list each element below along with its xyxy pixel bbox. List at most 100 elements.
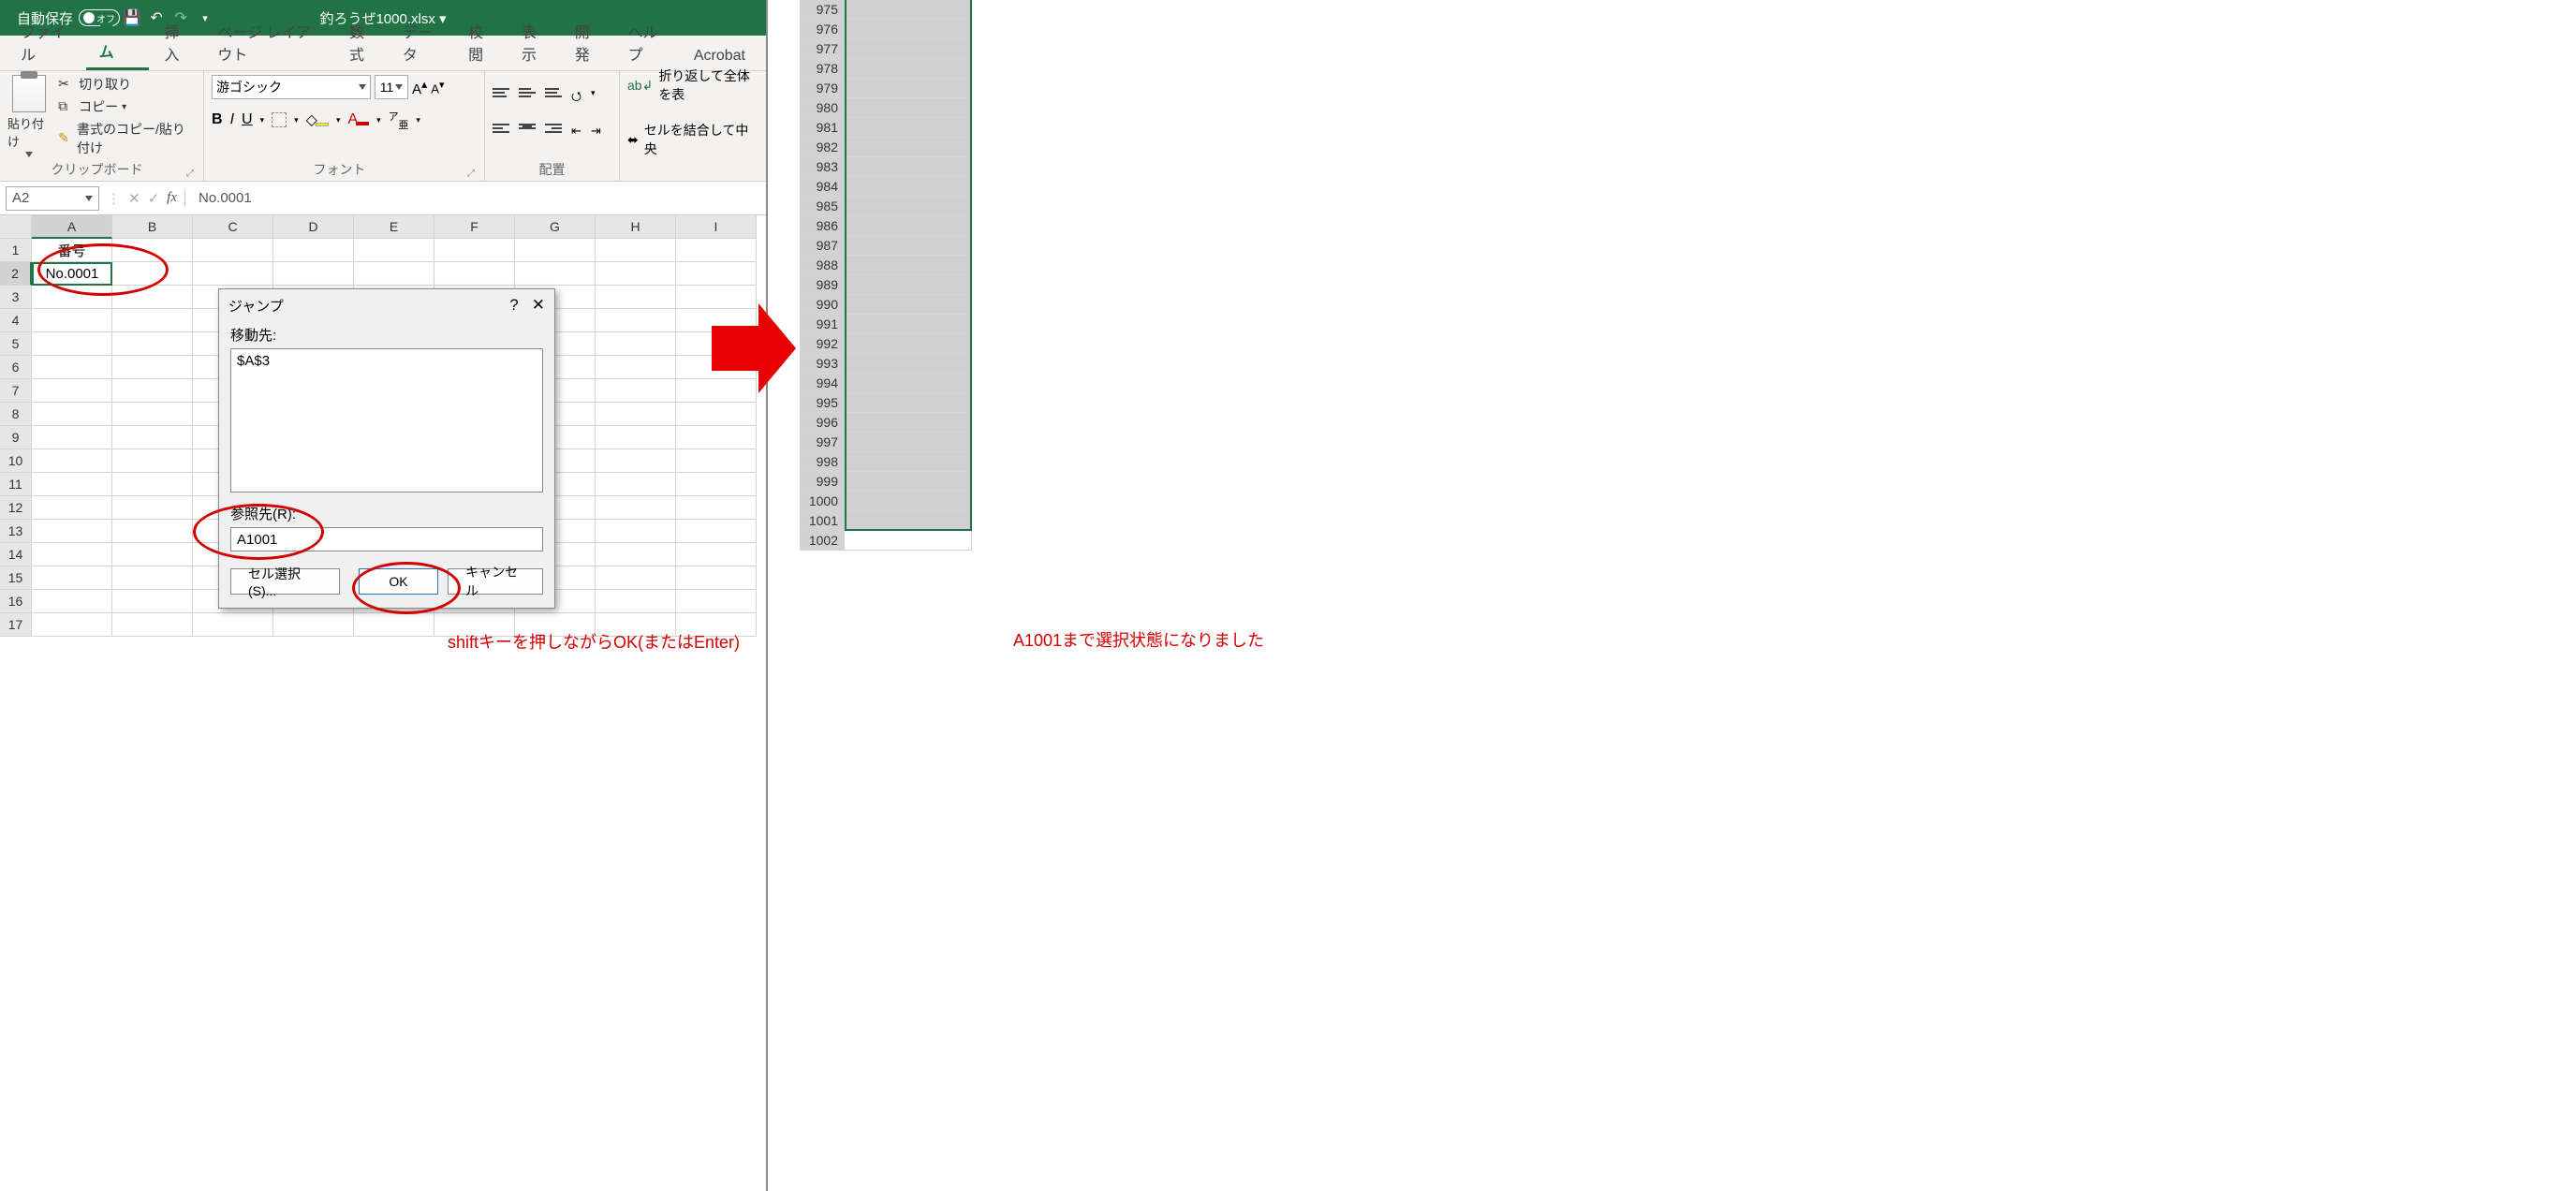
row-header[interactable]: 5 <box>0 332 32 356</box>
cell[interactable] <box>32 356 112 379</box>
align-center-icon[interactable] <box>519 124 536 137</box>
row-header[interactable]: 993 <box>800 354 845 374</box>
row-header[interactable]: 17 <box>0 613 32 637</box>
special-button[interactable]: セル選択(S)... <box>230 568 340 595</box>
border-button[interactable] <box>272 112 287 127</box>
dialog-launcher-icon[interactable]: ⤢ <box>186 169 196 179</box>
cell[interactable] <box>845 433 972 452</box>
font-color-button[interactable]: A <box>347 111 369 128</box>
cell[interactable] <box>845 216 972 236</box>
cell[interactable] <box>676 590 757 613</box>
row-header[interactable]: 987 <box>800 236 845 256</box>
increase-font-icon[interactable]: A▴ <box>412 77 427 97</box>
cell[interactable] <box>596 590 676 613</box>
cell[interactable] <box>845 59 972 79</box>
row-header[interactable]: 981 <box>800 118 845 138</box>
cell[interactable] <box>32 309 112 332</box>
cell[interactable] <box>845 452 972 472</box>
cell[interactable] <box>845 531 972 551</box>
cell[interactable] <box>596 239 676 262</box>
align-middle-icon[interactable] <box>519 88 536 101</box>
phonetic-button[interactable]: ア亜 <box>389 109 409 132</box>
cell[interactable] <box>273 239 354 262</box>
decrease-font-icon[interactable]: A▾ <box>431 79 444 96</box>
cell[interactable] <box>596 520 676 543</box>
cell[interactable] <box>596 379 676 403</box>
row-header[interactable]: 991 <box>800 315 845 334</box>
cell[interactable] <box>112 566 193 590</box>
cell[interactable] <box>112 426 193 449</box>
row-header[interactable]: 997 <box>800 433 845 452</box>
row-header[interactable]: 16 <box>0 590 32 613</box>
row-header[interactable]: 986 <box>800 216 845 236</box>
cell[interactable] <box>112 403 193 426</box>
row-header[interactable]: 976 <box>800 20 845 39</box>
cell[interactable] <box>845 374 972 393</box>
cell[interactable] <box>845 413 972 433</box>
cell[interactable] <box>596 426 676 449</box>
cell[interactable] <box>112 332 193 356</box>
name-box[interactable]: A2 <box>6 186 99 211</box>
cell[interactable] <box>112 473 193 496</box>
goto-list-item[interactable]: $A$3 <box>237 353 537 369</box>
row-header[interactable]: 978 <box>800 59 845 79</box>
tab-developer[interactable]: 開発 <box>562 14 613 70</box>
cell[interactable] <box>845 118 972 138</box>
increase-indent-icon[interactable]: ⇥ <box>591 124 601 139</box>
cell[interactable] <box>676 473 757 496</box>
cell[interactable] <box>32 403 112 426</box>
merge-center-button[interactable]: ⬌セルを結合して中央 <box>627 121 758 158</box>
dialog-launcher-icon[interactable]: ⤢ <box>467 169 477 179</box>
cell[interactable] <box>112 590 193 613</box>
cell[interactable] <box>845 157 972 177</box>
cancel-icon[interactable]: ✕ <box>128 190 140 207</box>
cell[interactable] <box>596 332 676 356</box>
row-header[interactable]: 998 <box>800 452 845 472</box>
cell[interactable] <box>845 275 972 295</box>
row-header[interactable]: 983 <box>800 157 845 177</box>
row-header[interactable]: 7 <box>0 379 32 403</box>
wrap-text-button[interactable]: ab↲折り返して全体を表 <box>627 66 758 104</box>
cell[interactable] <box>112 239 193 262</box>
column-header[interactable]: H <box>596 215 676 239</box>
cell[interactable] <box>676 262 757 286</box>
column-header[interactable]: G <box>515 215 596 239</box>
row-header[interactable]: 1002 <box>800 531 845 551</box>
tab-data[interactable]: データ <box>390 14 453 70</box>
column-header[interactable]: E <box>354 215 434 239</box>
cell[interactable] <box>354 613 434 637</box>
cell[interactable] <box>596 543 676 566</box>
reference-input[interactable]: A1001 <box>230 527 543 551</box>
cell[interactable] <box>112 286 193 309</box>
select-all-corner[interactable] <box>0 215 32 239</box>
worksheet-grid-selected[interactable]: 9759769779789799809819829839849859869879… <box>800 0 987 551</box>
help-button[interactable]: ? <box>509 296 518 315</box>
cell[interactable] <box>845 393 972 413</box>
cell[interactable] <box>193 613 273 637</box>
cell[interactable] <box>354 262 434 286</box>
cell[interactable] <box>515 262 596 286</box>
row-header[interactable]: 975 <box>800 0 845 20</box>
row-header[interactable]: 9 <box>0 426 32 449</box>
row-header[interactable]: 15 <box>0 566 32 590</box>
copy-button[interactable]: ⧉コピー ▾ <box>58 97 196 116</box>
cell[interactable] <box>32 566 112 590</box>
cell[interactable] <box>845 295 972 315</box>
row-header[interactable]: 1001 <box>800 511 845 531</box>
tab-file[interactable]: ファイル <box>7 14 84 70</box>
font-size-select[interactable]: 11 <box>375 75 408 99</box>
row-header[interactable]: 999 <box>800 472 845 492</box>
cell[interactable] <box>845 315 972 334</box>
cell[interactable] <box>845 492 972 511</box>
cell[interactable] <box>32 473 112 496</box>
tab-view[interactable]: 表示 <box>508 14 560 70</box>
column-header[interactable]: D <box>273 215 354 239</box>
cell[interactable] <box>112 379 193 403</box>
cell[interactable] <box>845 20 972 39</box>
cell[interactable] <box>354 239 434 262</box>
cell[interactable] <box>845 79 972 98</box>
italic-button[interactable]: I <box>230 111 234 128</box>
ok-button[interactable]: OK <box>359 568 438 595</box>
cell[interactable] <box>845 256 972 275</box>
format-painter-button[interactable]: ✎書式のコピー/貼り付け <box>58 120 196 157</box>
